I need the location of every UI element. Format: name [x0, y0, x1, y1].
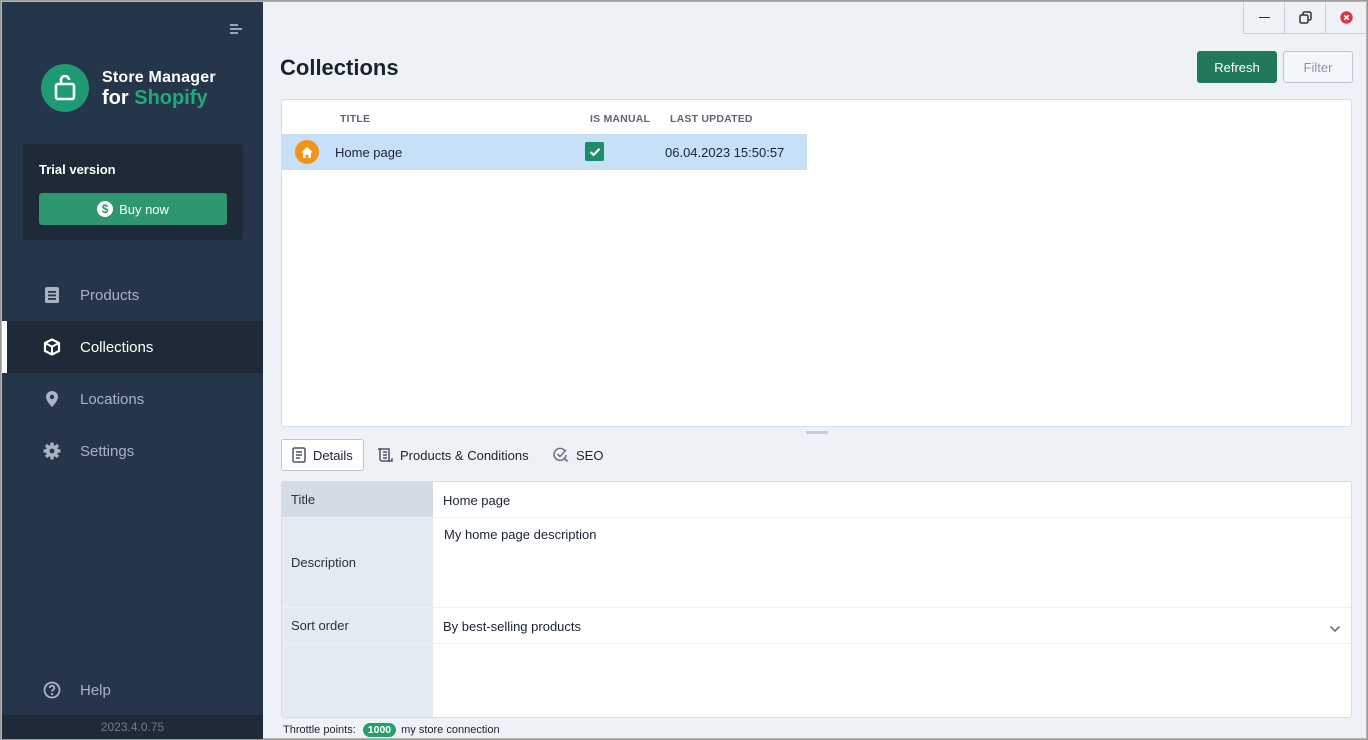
dollar-icon: $ [97, 201, 114, 217]
details-form: Title Home page Description My home page… [281, 481, 1352, 718]
buy-now-label: Buy now [119, 201, 169, 217]
sidebar: Store Manager for Shopify Trial version … [2, 2, 263, 739]
sidebar-item-settings[interactable]: Settings [2, 425, 263, 477]
app-logo: Store Manager for Shopify [41, 64, 216, 112]
help-label: Help [80, 681, 111, 699]
close-icon [1339, 11, 1353, 24]
document-icon [292, 447, 306, 463]
cell-title: Home page [335, 145, 403, 160]
help-icon [42, 680, 62, 700]
sidebar-item-label: Collections [80, 338, 154, 356]
tab-label: Details [313, 447, 353, 463]
trial-label: Trial version [39, 162, 116, 177]
filter-button[interactable]: Filter [1283, 51, 1353, 83]
sidebar-item-collections[interactable]: Collections [2, 321, 263, 373]
table-row[interactable]: Home page 06.04.2023 15:50:57 [282, 134, 807, 170]
window-controls [1243, 2, 1366, 34]
tab-details[interactable]: Details [281, 439, 364, 471]
refresh-button[interactable]: Refresh [1197, 51, 1277, 83]
grid-header: TITLE IS MANUAL LAST UPDATED [282, 100, 1351, 134]
is-manual-checkbox[interactable] [585, 142, 604, 161]
gear-icon [42, 441, 62, 461]
scroll-icon [377, 447, 393, 463]
title-label: Title [291, 492, 316, 507]
restore-icon [1298, 11, 1312, 24]
tab-label: Products & Conditions [400, 447, 529, 463]
form-row-description: Description My home page description [282, 518, 1351, 608]
column-header-title[interactable]: TITLE [340, 113, 370, 125]
logo-title: Store Manager [102, 69, 216, 86]
buy-now-button[interactable]: $ Buy now [39, 193, 227, 225]
logo-for: for [102, 87, 129, 109]
sidebar-item-products[interactable]: Products [2, 269, 263, 321]
map-pin-icon [42, 389, 62, 409]
home-icon [295, 140, 319, 164]
form-row-sort-order: Sort order By best-selling products [282, 608, 1351, 644]
tab-label: SEO [576, 447, 604, 463]
sidebar-item-label: Products [80, 286, 140, 304]
form-row-title: Title Home page [282, 482, 1351, 518]
cell-last-updated: 06.04.2023 15:50:57 [665, 145, 785, 160]
trial-panel: Trial version $ Buy now [23, 144, 243, 240]
close-button[interactable] [1325, 2, 1366, 34]
checkmark-icon [589, 147, 600, 157]
tab-products-conditions[interactable]: Products & Conditions [367, 439, 539, 471]
throttle-points-badge: 1000 [362, 723, 397, 737]
minimize-button[interactable] [1243, 2, 1284, 34]
description-label: Description [291, 555, 357, 570]
sidebar-item-label: Locations [80, 390, 145, 408]
seo-check-icon [553, 447, 569, 463]
page-title: Collections [280, 55, 399, 80]
description-field[interactable]: My home page description [444, 527, 596, 542]
tab-seo[interactable]: SEO [543, 439, 613, 471]
app-version: 2023.4.0.75 [2, 715, 263, 739]
status-bar: Throttle points: 1000 my store connectio… [283, 723, 500, 737]
minimize-icon [1258, 16, 1270, 19]
document-icon [42, 285, 62, 305]
restore-button[interactable] [1284, 2, 1325, 34]
logo-shopify: Shopify [134, 87, 208, 109]
column-header-last-updated[interactable]: LAST UPDATED [670, 113, 753, 125]
connection-name: my store connection [401, 724, 500, 736]
title-field[interactable]: Home page [443, 493, 510, 508]
sort-order-select[interactable]: By best-selling products [443, 619, 581, 634]
cube-icon [42, 337, 62, 357]
chevron-down-icon[interactable] [1329, 620, 1341, 638]
sidebar-item-help[interactable]: Help [2, 664, 263, 716]
panel-splitter[interactable] [806, 431, 828, 434]
sidebar-item-locations[interactable]: Locations [2, 373, 263, 425]
collapse-sidebar-button[interactable] [230, 22, 244, 36]
app-window: Store Manager for Shopify Trial version … [1, 1, 1367, 739]
shopping-bag-icon [41, 64, 89, 112]
column-header-is-manual[interactable]: IS MANUAL [590, 113, 650, 125]
collections-grid: TITLE IS MANUAL LAST UPDATED Home page 0… [281, 99, 1352, 427]
sort-order-label: Sort order [291, 618, 349, 633]
sidebar-item-label: Settings [80, 442, 135, 460]
throttle-label: Throttle points: [283, 724, 356, 736]
